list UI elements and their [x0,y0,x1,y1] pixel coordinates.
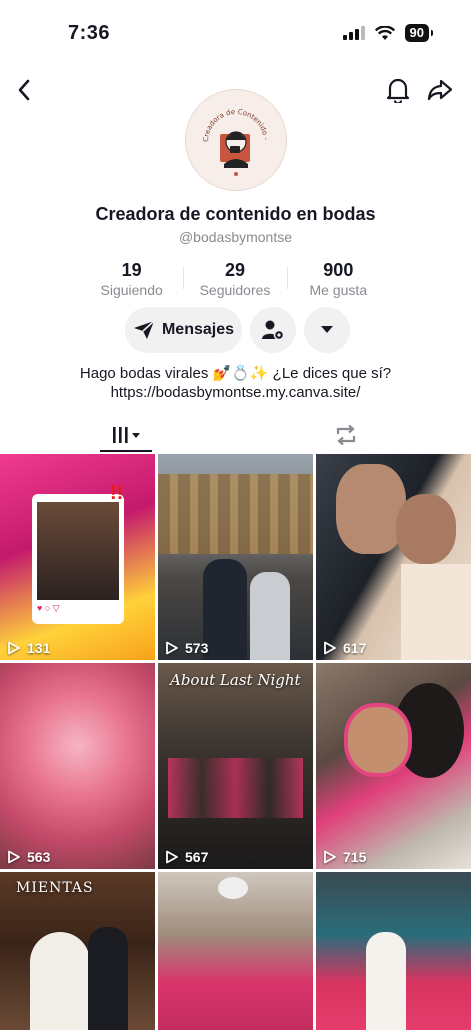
view-count: 617 [323,640,366,656]
more-options-button[interactable] [304,307,350,353]
view-count: 567 [165,849,208,865]
view-count-label: 617 [343,640,367,656]
play-icon [324,641,336,655]
video-grid: ♥ ○ ▽ !! 131 573 617 563 About Last Nigh… [0,454,471,1030]
messages-button-label: Mensajes [161,321,235,338]
view-count: 715 [323,849,366,865]
user-settings-icon [262,320,285,341]
instagram-frame: ♥ ○ ▽ [32,494,124,624]
content-tabs [0,417,471,454]
bio-link[interactable]: https://bodasbymontse.my.canva.site/ [0,383,471,402]
view-count: 573 [165,640,208,656]
video-overlay-text: About Last Night [170,671,301,689]
stat-likes[interactable]: 900 Me gusta [286,259,390,299]
video-thumbnail[interactable] [316,872,471,1030]
status-bar: 7:36 90 [0,0,471,70]
view-count-label: 573 [185,640,209,656]
stat-following-label: Siguiendo [100,282,163,298]
stat-followers-label: Seguidores [199,282,271,298]
bell-icon [386,78,410,103]
status-time: 7:36 [68,22,111,44]
video-thumbnail[interactable]: ♥ ○ ▽ !! 131 [0,454,155,660]
stat-likes-label: Me gusta [309,282,368,298]
back-button[interactable] [8,74,40,106]
video-thumbnail[interactable]: 617 [316,454,471,660]
profile-bio: Hago bodas virales 💅💍✨ ¿Le dices que sí?… [0,364,471,402]
notifications-button[interactable] [382,74,414,106]
view-count-label: 567 [185,849,209,865]
cellular-signal-icon [342,26,365,40]
share-arrow-icon [427,79,453,101]
profile-stats: 19 Siguiendo 29 Seguidores 900 Me gusta [80,259,390,299]
wifi-icon [374,25,395,40]
avatar-logo-icon: Creadora de Contenido - bodas [186,90,270,176]
profile-avatar[interactable]: Creadora de Contenido - bodas [185,89,287,191]
share-button[interactable] [424,74,456,106]
tab-active-indicator [100,450,152,452]
video-grid-icon [113,426,140,443]
display-name: Creadora de contenido en bodas [95,204,376,224]
status-icons: 90 [342,24,434,42]
video-thumbnail[interactable]: 573 [158,454,313,660]
bio-text: Hago bodas virales 💅💍✨ ¿Le dices que sí? [79,365,392,382]
battery-indicator: 90 [404,24,434,42]
stat-following[interactable]: 19 Siguiendo [80,259,183,299]
view-count: 131 [7,640,50,656]
messages-button[interactable]: Mensajes [125,307,242,353]
play-icon [8,850,20,864]
stat-following-count: 19 [121,260,142,280]
caret-down-icon [321,326,333,333]
play-icon [166,641,178,655]
stat-followers-count: 29 [224,260,245,280]
view-count-label: 563 [27,849,51,865]
view-count-label: 715 [343,849,367,865]
play-icon [8,641,20,655]
video-thumbnail[interactable]: 715 [316,663,471,869]
video-thumbnail[interactable]: About Last Night 567 [158,663,313,869]
suggested-accounts-button[interactable] [250,307,296,353]
view-count: 563 [7,849,50,865]
repost-icon [336,424,356,445]
stat-likes-count: 900 [323,260,354,280]
chevron-left-icon [18,79,30,101]
play-icon [166,850,178,864]
username: @bodasbymontse [178,229,293,245]
tab-reposts[interactable] [320,417,372,452]
tab-videos[interactable] [100,417,152,452]
view-count-label: 131 [27,640,51,656]
video-thumbnail[interactable] [158,872,313,1030]
stat-followers[interactable]: 29 Seguidores [183,259,286,299]
play-icon [324,850,336,864]
video-thumbnail[interactable]: MIENTAS [0,872,155,1030]
video-thumbnail[interactable]: 563 [0,663,155,869]
profile-actions: Mensajes [125,307,350,353]
video-overlay-text: MIENTAS [16,880,94,896]
send-icon [133,320,155,339]
